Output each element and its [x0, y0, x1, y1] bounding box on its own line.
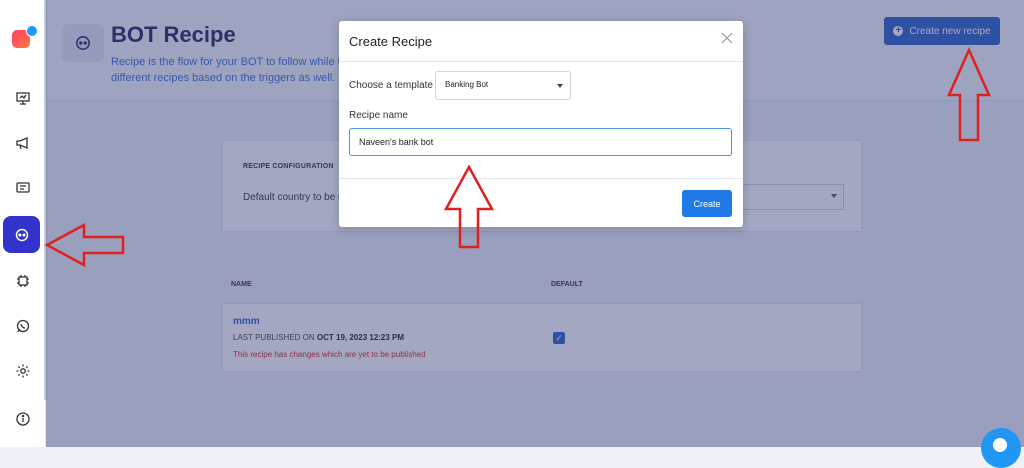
create-button[interactable]: Create	[682, 190, 732, 217]
template-select[interactable]: Banking Bot	[435, 71, 571, 100]
chip-icon[interactable]	[0, 266, 45, 296]
modal-header: Create Recipe	[339, 21, 743, 62]
whatsapp-icon[interactable]	[0, 311, 45, 341]
template-select-value: Banking Bot	[445, 80, 489, 89]
modal-title: Create Recipe	[349, 34, 433, 49]
sidebar	[0, 0, 46, 447]
chat-icon[interactable]	[0, 173, 45, 203]
chevron-down-icon	[557, 84, 563, 88]
info-icon[interactable]	[0, 404, 45, 434]
annotation-up-arrow-top-right	[947, 47, 991, 142]
megaphone-icon[interactable]	[0, 128, 45, 158]
close-icon[interactable]	[719, 30, 735, 46]
annotation-left-arrow-sidebar	[44, 222, 125, 268]
presentation-icon[interactable]	[0, 83, 45, 113]
create-recipe-modal: Create Recipe Choose a template Banking …	[339, 21, 743, 227]
bot-chat-icon[interactable]	[3, 216, 40, 253]
chat-widget-button[interactable]	[981, 428, 1021, 468]
recipe-name-input[interactable]	[349, 128, 732, 156]
gear-icon[interactable]	[0, 356, 45, 386]
modal-divider	[339, 178, 743, 179]
notification-badge	[26, 25, 38, 37]
template-label: Choose a template	[349, 80, 433, 91]
recipe-name-label: Recipe name	[349, 110, 408, 121]
annotation-up-arrow-input	[443, 164, 495, 249]
